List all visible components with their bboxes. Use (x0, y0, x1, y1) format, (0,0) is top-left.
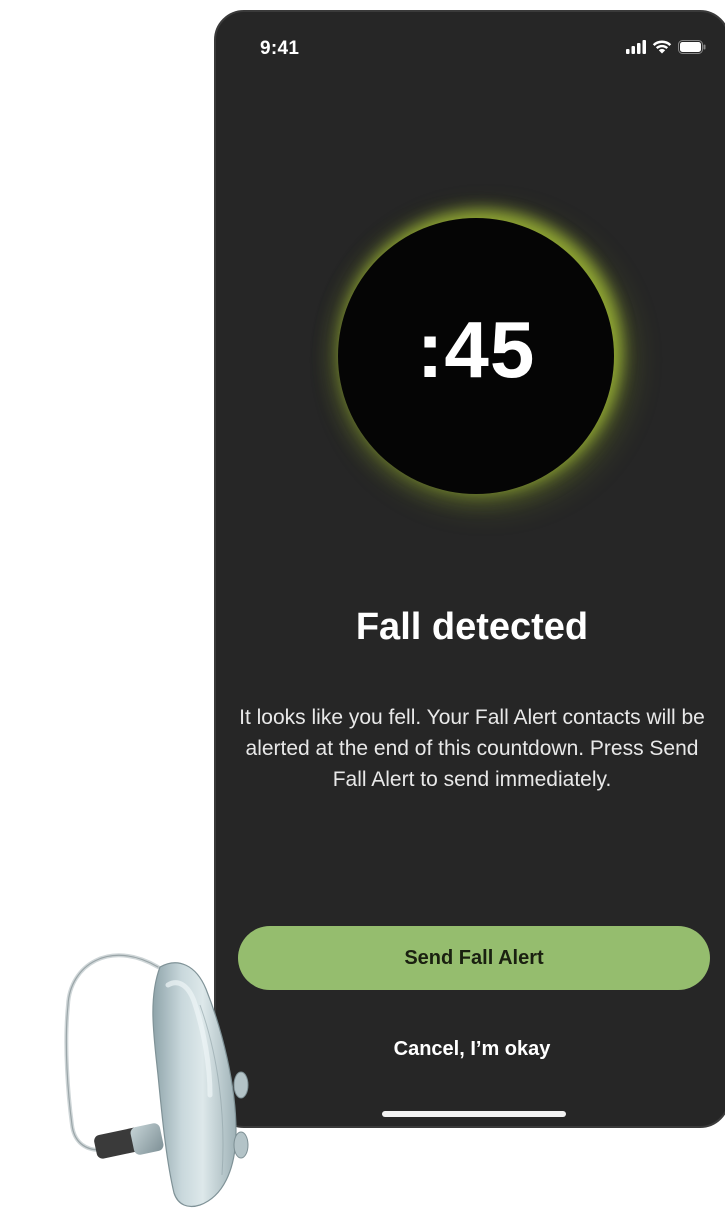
phone-screen: 9:41:45 Fall detected It looks like you… (214, 10, 725, 1128)
battery-icon (678, 39, 706, 54)
wifi-icon (652, 39, 672, 54)
countdown-timer: :45 (416, 305, 536, 394)
page-title: Fall detected (355, 606, 589, 648)
cellular-signal-icon (626, 39, 646, 54)
status-bar: 9:41 (216, 12, 725, 72)
status-icons (626, 39, 706, 54)
status-time: 9:41 (260, 38, 300, 59)
home-indicator[interactable] (382, 1111, 566, 1117)
send-fall-alert-button[interactable]: Send Fall Alert (238, 926, 710, 990)
cancel-button[interactable]: Cancel, I’m okay (216, 1038, 725, 1061)
alert-message: It looks like you fell. Your Fall Alert … (239, 706, 705, 791)
hearing-aid-icon (50, 945, 280, 1209)
countdown-circle: :45 (338, 218, 614, 494)
